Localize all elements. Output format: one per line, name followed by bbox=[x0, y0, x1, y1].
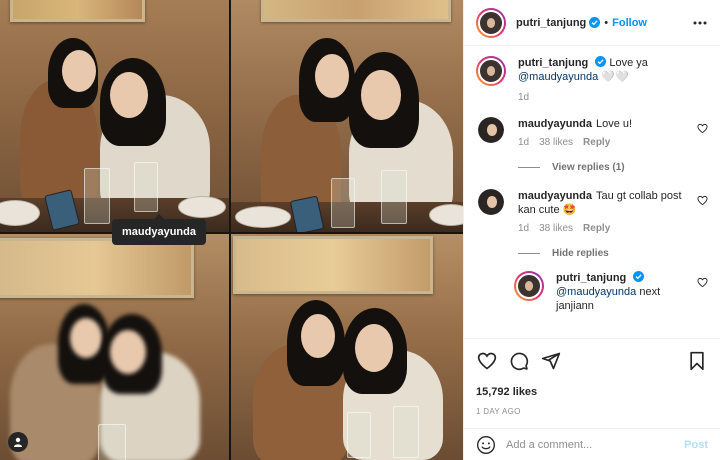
comment-input[interactable] bbox=[506, 438, 685, 451]
post-comment-button[interactable]: Post bbox=[684, 439, 708, 451]
reply-button[interactable]: Reply bbox=[583, 223, 610, 234]
verified-badge-icon bbox=[595, 56, 607, 67]
comment-icon[interactable] bbox=[508, 350, 530, 372]
user-tag-icon[interactable] bbox=[8, 432, 28, 452]
caption-text: Love ya bbox=[609, 57, 648, 69]
post-media[interactable]: maudyayunda bbox=[0, 0, 463, 460]
caption-time[interactable]: 1d bbox=[518, 92, 529, 103]
comments-list[interactable]: putri_tanjung Love ya @maudyayunda 🤍🤍 1d… bbox=[464, 46, 720, 338]
post-date[interactable]: 1 DAY AGO bbox=[476, 407, 708, 416]
reply-avatar[interactable] bbox=[514, 271, 544, 301]
header-separator: • bbox=[604, 16, 609, 29]
reply-username[interactable]: putri_tanjung bbox=[556, 272, 626, 284]
photo-top-left bbox=[0, 0, 229, 232]
hide-replies-label[interactable]: Hide replies bbox=[552, 248, 609, 259]
view-replies-button[interactable]: View replies (1) bbox=[518, 162, 708, 173]
post-header: putri_tanjung • Follow bbox=[464, 0, 720, 46]
heart-icon[interactable] bbox=[697, 195, 708, 206]
share-icon[interactable] bbox=[540, 350, 562, 372]
emoji-icon[interactable] bbox=[476, 435, 496, 455]
comment-text: Love u! bbox=[595, 118, 633, 130]
comment-time[interactable]: 1d bbox=[518, 137, 529, 148]
comment-time[interactable]: 1d bbox=[518, 223, 529, 234]
heart-icon[interactable] bbox=[697, 277, 708, 288]
heart-icon[interactable] bbox=[697, 123, 708, 134]
comment-likes[interactable]: 38 likes bbox=[539, 223, 573, 234]
photo-bottom-right bbox=[231, 234, 463, 460]
more-options-icon[interactable] bbox=[692, 15, 708, 31]
replies-divider bbox=[518, 167, 540, 168]
reply-item: putri_tanjung @maudyayunda next janjiann bbox=[514, 271, 708, 313]
commenter-avatar[interactable] bbox=[478, 189, 504, 215]
comment-username[interactable]: maudyayunda bbox=[518, 118, 592, 130]
comment-item: maudyayunda Love u! 1d 38 likes Reply bbox=[476, 117, 708, 148]
likes-count[interactable]: 15,792 likes bbox=[476, 386, 708, 398]
verified-badge-icon bbox=[633, 271, 645, 282]
caption-username[interactable]: putri_tanjung bbox=[518, 57, 588, 69]
author-username[interactable]: putri_tanjung bbox=[516, 17, 586, 29]
caption-emoji: 🤍🤍 bbox=[601, 71, 629, 83]
comment-username[interactable]: maudyayunda bbox=[518, 190, 592, 202]
reply-mention[interactable]: @maudyayunda bbox=[556, 286, 636, 298]
caption: putri_tanjung Love ya @maudyayunda 🤍🤍 1d bbox=[476, 56, 708, 103]
reply-button[interactable]: Reply bbox=[583, 137, 610, 148]
author-avatar[interactable] bbox=[476, 7, 506, 38]
photo-top-right bbox=[231, 0, 463, 232]
bookmark-icon[interactable] bbox=[686, 350, 708, 372]
comment-composer: Post bbox=[464, 428, 720, 460]
comment-item: maudyayunda Tau gt collab post kan cute 🤩… bbox=[476, 189, 708, 234]
user-tag-tooltip[interactable]: maudyayunda bbox=[112, 214, 206, 245]
follow-button[interactable]: Follow bbox=[612, 17, 647, 29]
hide-replies-button[interactable]: Hide replies bbox=[518, 248, 708, 259]
caption-mention[interactable]: @maudyayunda bbox=[518, 71, 598, 83]
post-sidebar: putri_tanjung • Follow putri_tanjung Lov… bbox=[463, 0, 720, 460]
comment-likes[interactable]: 38 likes bbox=[539, 137, 573, 148]
caption-avatar[interactable] bbox=[476, 56, 506, 86]
view-replies-label[interactable]: View replies (1) bbox=[552, 162, 625, 173]
photo-bottom-left bbox=[0, 234, 229, 460]
commenter-avatar[interactable] bbox=[478, 117, 504, 143]
replies-divider bbox=[518, 253, 540, 254]
heart-icon[interactable] bbox=[476, 350, 498, 372]
verified-badge-icon bbox=[589, 17, 601, 28]
post-actions: 15,792 likes 1 DAY AGO bbox=[464, 338, 720, 428]
